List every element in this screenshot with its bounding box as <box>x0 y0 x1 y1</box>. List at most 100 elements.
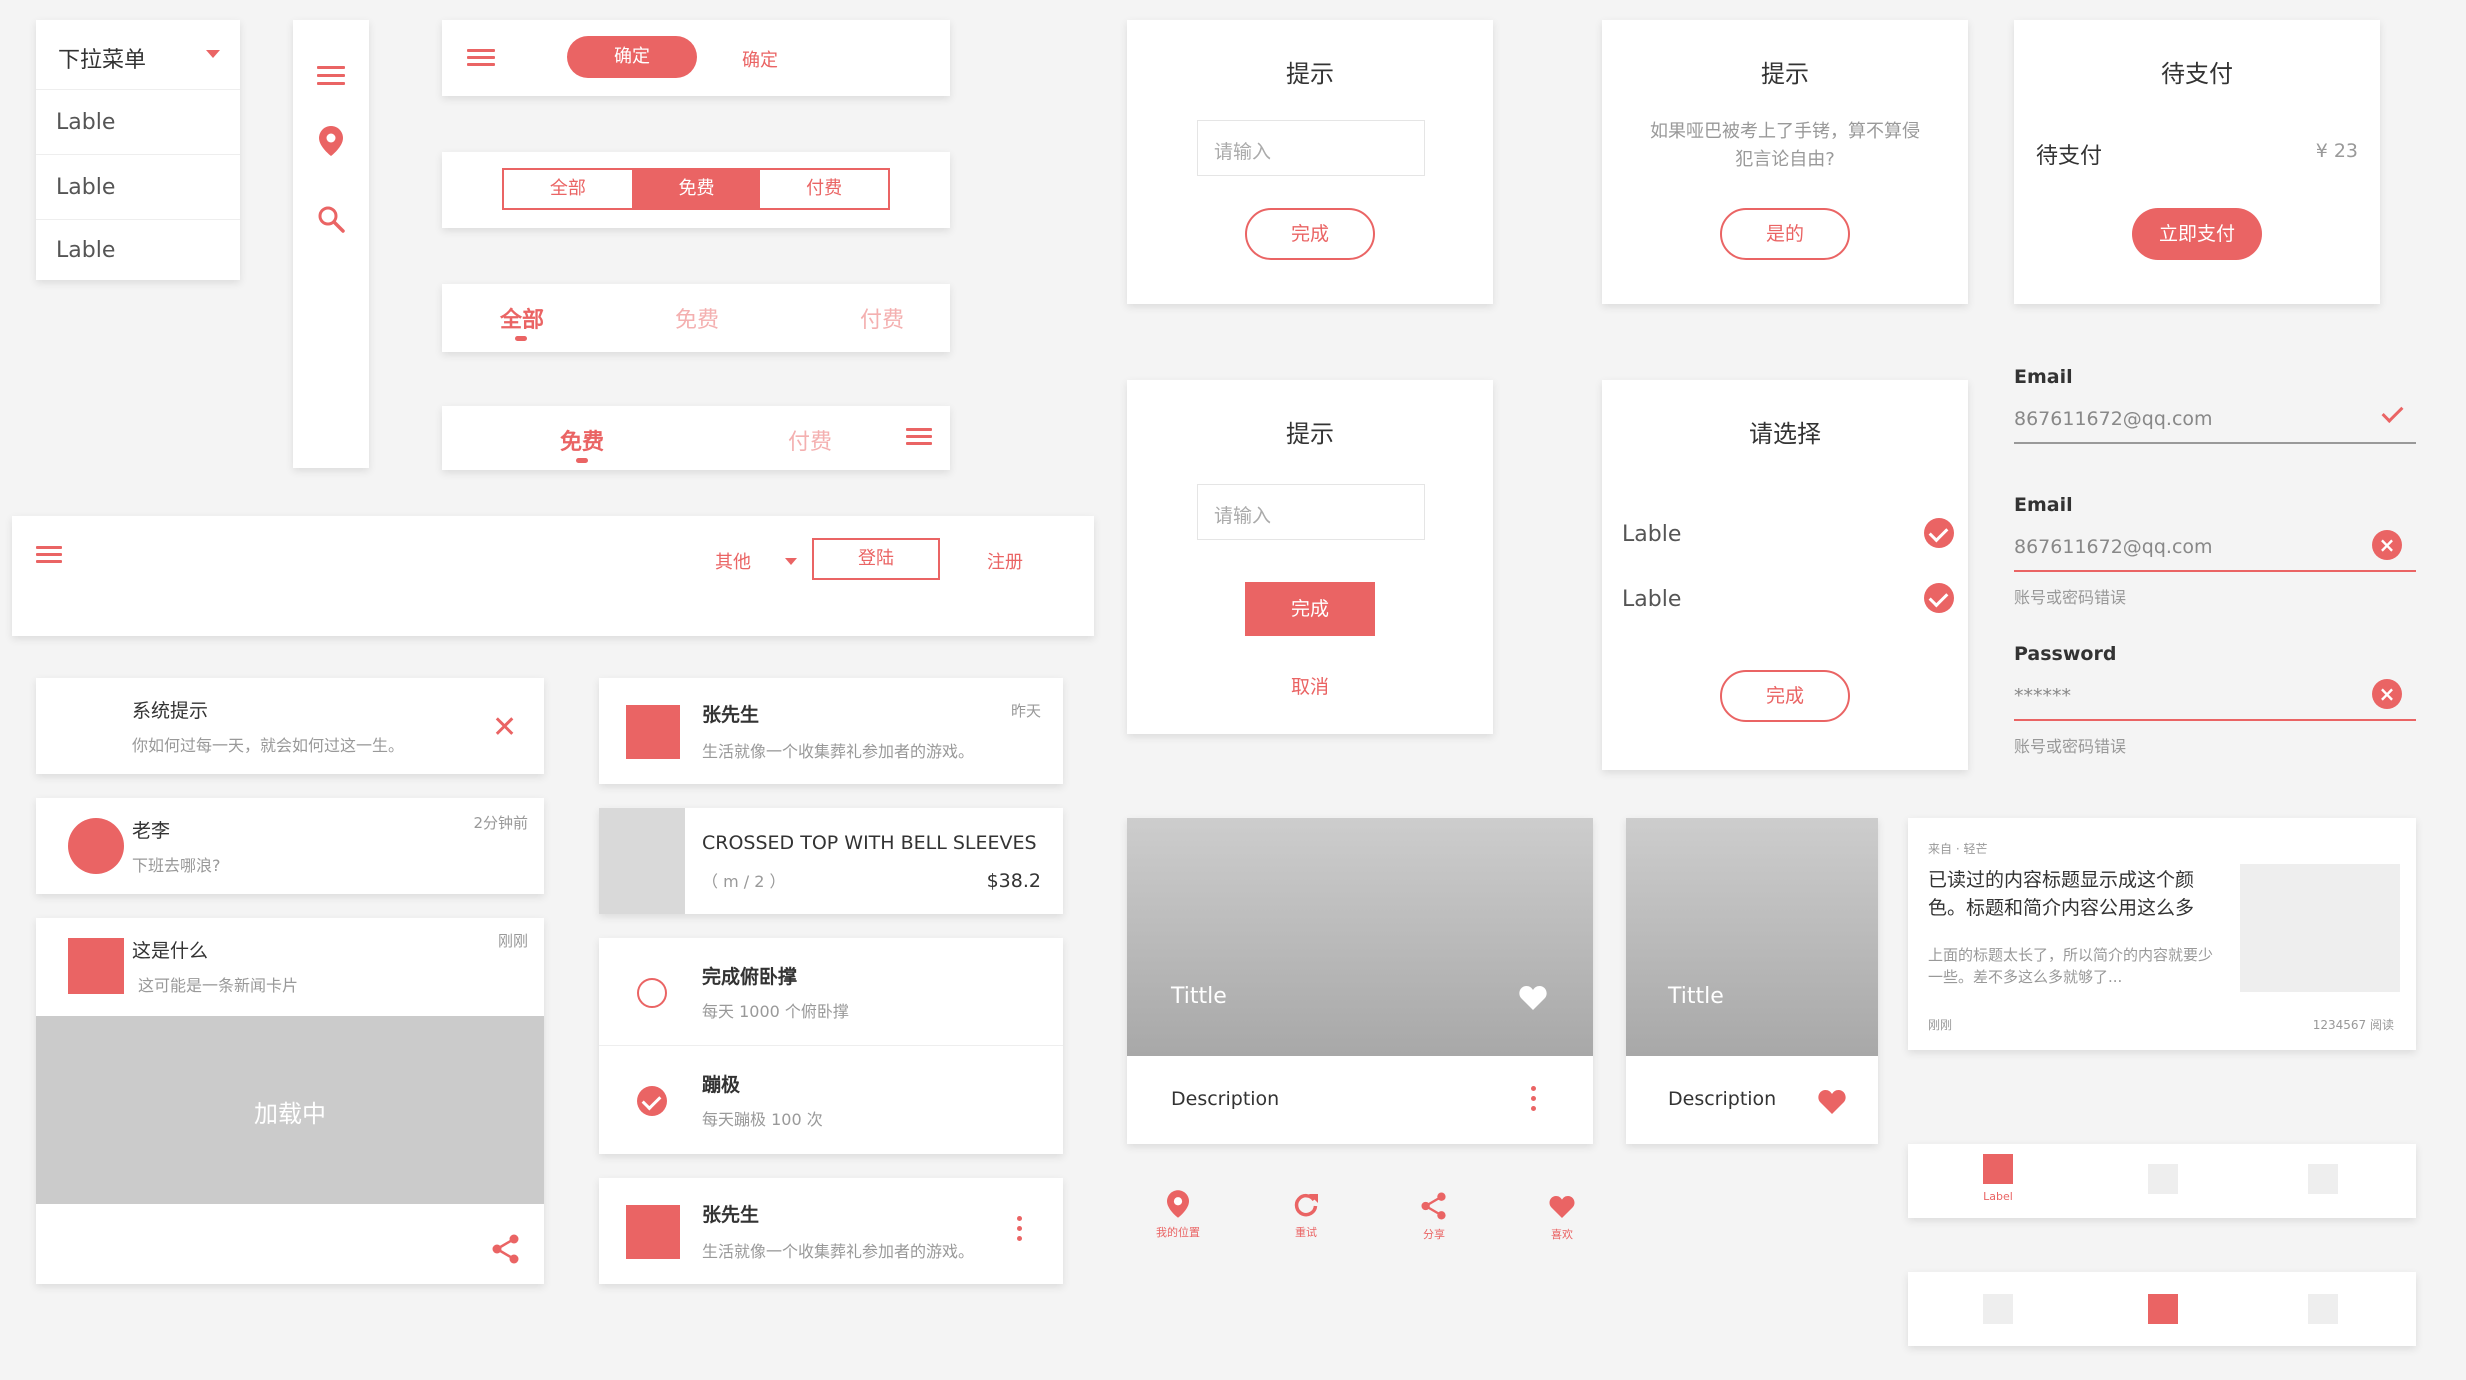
caret-down-icon <box>785 558 797 565</box>
login-button[interactable]: 登陆 <box>812 538 940 580</box>
tab-paid[interactable]: 付费 <box>842 302 922 334</box>
confirm-button-text[interactable]: 确定 <box>742 46 778 72</box>
done-button[interactable]: 完成 <box>1720 670 1850 722</box>
dropdown-item[interactable]: Lable <box>36 90 240 155</box>
clear-error-icon[interactable]: × <box>2372 679 2402 709</box>
news-text: 这可能是一条新闻卡片 <box>138 976 299 995</box>
dropdown-item[interactable]: Lable <box>36 220 240 280</box>
list-item[interactable]: 张先生 生活就像一个收集葬礼参加者的游戏。 <box>599 1178 1063 1284</box>
text-input[interactable]: 请输入 <box>1197 120 1425 176</box>
dropdown-item-label: Lable <box>56 110 116 135</box>
tab-free[interactable]: 免费 <box>542 424 622 456</box>
tab-paid[interactable]: 付费 <box>770 424 850 456</box>
email-field[interactable]: 867611672@qq.com <box>2014 396 2416 444</box>
list-name: 张先生 <box>702 704 760 726</box>
dialog-title: 提示 <box>1286 420 1334 448</box>
nav-icon <box>1983 1154 2013 1184</box>
more-vert-icon[interactable] <box>1531 1086 1537 1116</box>
product-item[interactable]: CROSSED TOP WITH BELL SLEEVES （ m / 2 ） … <box>599 808 1063 914</box>
dialog-confirm-text: 提示 如果哑巴被考上了手铐，算不算侵犯言论自由? 是的 <box>1602 20 1968 304</box>
task-item[interactable]: 蹦极 每天蹦极 100 次 <box>599 1046 1063 1154</box>
tab-indicator <box>576 458 588 463</box>
menu-icon[interactable] <box>467 49 495 69</box>
avatar <box>68 818 124 874</box>
location-pin-icon[interactable] <box>319 126 343 156</box>
dropdown-header[interactable]: 下拉菜单 <box>36 20 240 90</box>
other-dropdown[interactable]: 其他 <box>715 548 805 578</box>
dialog-title: 待支付 <box>2161 60 2233 88</box>
side-toolbar <box>293 20 369 468</box>
done-button[interactable]: 完成 <box>1245 582 1375 636</box>
list-item[interactable]: 张先生 生活就像一个收集葬礼参加者的游戏。 昨天 <box>599 678 1063 784</box>
password-field[interactable]: ****** × <box>2014 673 2416 721</box>
heart-icon <box>1549 1196 1575 1218</box>
register-link[interactable]: 注册 <box>987 548 1023 574</box>
list-name: 张先生 <box>702 1204 760 1226</box>
email-field[interactable]: 867611672@qq.com × <box>2014 524 2416 572</box>
segment-paid[interactable]: 付费 <box>760 170 888 208</box>
task-title: 完成俯卧撑 <box>702 966 798 988</box>
article-thumbnail <box>2240 864 2400 992</box>
action-item-share[interactable]: 分享 <box>1399 1192 1469 1252</box>
task-item[interactable]: 完成俯卧撑 每天 1000 个俯卧撑 <box>599 938 1063 1046</box>
segment-all[interactable]: 全部 <box>504 170 633 208</box>
check-circle-icon[interactable] <box>637 1086 667 1116</box>
heart-icon[interactable] <box>1519 986 1547 1010</box>
article-card[interactable]: 来自 · 轻芒 已读过的内容标题显示成这个颜色。标题和简介内容公用这么多 上面的… <box>1908 818 2416 1050</box>
dialog-input-square: 提示 请输入 完成 取消 <box>1127 380 1493 734</box>
segment-free[interactable]: 免费 <box>632 170 761 208</box>
article-time: 刚刚 <box>1928 1018 1953 1032</box>
media-image: Tittle <box>1626 818 1878 1056</box>
heart-icon[interactable] <box>1818 1090 1846 1114</box>
action-item-like[interactable]: 喜欢 <box>1527 1196 1597 1256</box>
media-card: Tittle Description <box>1626 818 1878 1144</box>
news-thumbnail <box>68 938 124 994</box>
payment-label: 待支付 <box>2036 144 2103 169</box>
select-option[interactable]: Lable <box>1602 575 1968 625</box>
location-pin-icon <box>1167 1190 1189 1218</box>
topbar-confirm: 确定 确定 <box>442 20 950 96</box>
radio-unchecked-icon[interactable] <box>637 978 667 1008</box>
action-item-retry[interactable]: 重试 <box>1271 1192 1341 1252</box>
dropdown-header-label: 下拉菜单 <box>58 48 147 73</box>
media-title: Tittle <box>1171 984 1227 1009</box>
menu-icon[interactable] <box>317 66 345 86</box>
dropdown-item-label: Lable <box>56 175 116 200</box>
share-icon[interactable] <box>492 1234 520 1264</box>
done-button[interactable]: 完成 <box>1245 208 1375 260</box>
nav-item[interactable] <box>1983 1294 2013 1324</box>
chat-list-item[interactable]: 老李 下班去哪浪? 2分钟前 <box>36 798 544 894</box>
pay-now-button[interactable]: 立即支付 <box>2132 208 2262 260</box>
tab-all[interactable]: 全部 <box>482 302 562 334</box>
news-image-loading: 加载中 <box>36 1016 544 1204</box>
action-label: 我的位置 <box>1156 1226 1200 1239</box>
chat-time: 2分钟前 <box>473 814 528 832</box>
select-option[interactable]: Lable <box>1602 510 1968 560</box>
yes-button[interactable]: 是的 <box>1720 208 1850 260</box>
nav-item[interactable] <box>2148 1164 2178 1194</box>
close-icon[interactable]: ✕ <box>492 713 517 743</box>
dropdown-item[interactable]: Lable <box>36 155 240 220</box>
action-label: 分享 <box>1423 1228 1445 1241</box>
clear-error-icon[interactable]: × <box>2372 530 2402 560</box>
news-card: 这是什么 这可能是一条新闻卡片 刚刚 加载中 <box>36 918 544 1284</box>
confirm-button-filled[interactable]: 确定 <box>567 36 697 78</box>
tab-indicator <box>515 336 527 341</box>
more-vert-icon[interactable] <box>1017 1216 1023 1246</box>
text-input[interactable]: 请输入 <box>1197 484 1425 540</box>
action-item-location[interactable]: 我的位置 <box>1143 1190 1213 1250</box>
nav-item-active[interactable]: Label <box>1968 1154 2028 1212</box>
menu-icon[interactable] <box>906 428 932 448</box>
cancel-button[interactable]: 取消 <box>1127 672 1493 699</box>
input-placeholder: 请输入 <box>1214 141 1272 163</box>
tabs-two-with-menu: 免费 付费 <box>442 406 950 470</box>
menu-icon[interactable] <box>36 546 62 564</box>
nav-item[interactable] <box>2308 1164 2338 1194</box>
list-thumbnail <box>626 705 680 759</box>
search-icon[interactable] <box>317 205 345 233</box>
nav-item-active[interactable] <box>2148 1294 2178 1324</box>
bottom-nav <box>1908 1272 2416 1346</box>
tab-free[interactable]: 免费 <box>657 302 737 334</box>
form-email-error: Email 867611672@qq.com × 账号或密码错误 <box>2014 494 2416 614</box>
nav-item[interactable] <box>2308 1294 2338 1324</box>
